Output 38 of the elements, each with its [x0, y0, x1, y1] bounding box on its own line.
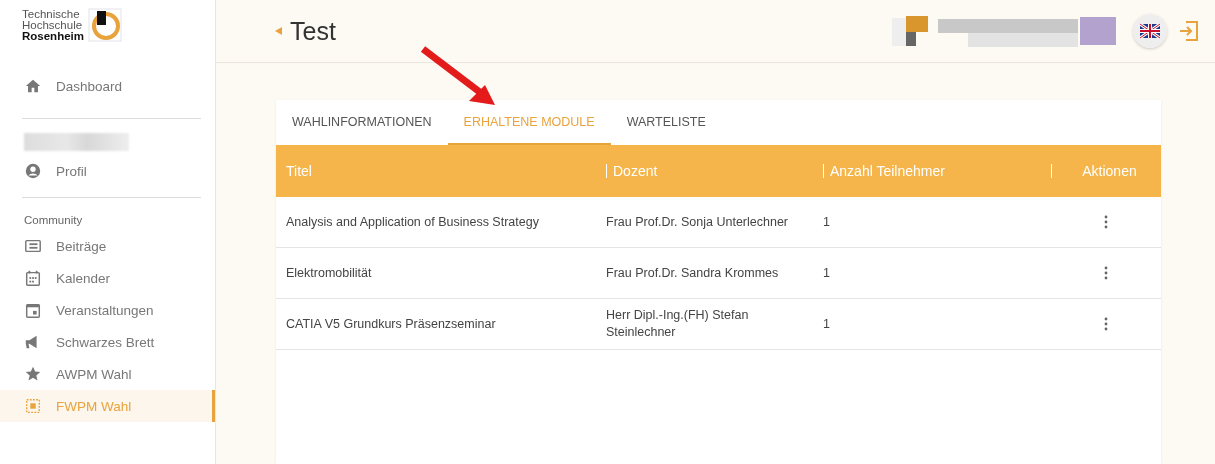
account-icon: [24, 162, 42, 180]
page-title: Test: [290, 16, 336, 46]
home-icon: [24, 77, 42, 95]
calendar-icon: [24, 301, 42, 319]
star-icon: [24, 365, 42, 383]
nav-item[interactable]: Dashboard: [0, 70, 215, 102]
nav-item[interactable]: Beiträge: [0, 230, 215, 262]
logo-icon: [88, 8, 122, 42]
column-header: Aktionen: [1082, 163, 1137, 179]
nav-item[interactable]: Profil: [0, 155, 215, 187]
tab[interactable]: WAHLINFORMATIONEN: [276, 100, 448, 145]
uk-flag-icon[interactable]: [1133, 14, 1167, 48]
selection-icon: [24, 397, 42, 415]
calendar-icon: [24, 269, 42, 287]
nav-item[interactable]: Schwarzes Brett: [0, 326, 215, 358]
table-cell-text: Herr Dipl.-Ing.(FH) Stefan Steinlechner: [606, 307, 750, 341]
table-cell: Frau Prof.Dr. Sonja Unterlechner: [606, 213, 789, 231]
table-cell: 1: [823, 264, 830, 282]
logo-text: Technische Hochschule Rosenheim: [22, 8, 84, 42]
newspaper-icon: [24, 237, 42, 255]
tab[interactable]: WARTELISTE: [610, 100, 722, 145]
table-cell: Frau Prof.Dr. Sandra Krommes: [606, 264, 779, 282]
more-icon[interactable]: [1104, 317, 1108, 331]
table-cell: 1: [823, 213, 830, 231]
more-icon[interactable]: [1104, 266, 1108, 280]
table-cell: Elektromobilität: [286, 264, 372, 282]
column-header: Titel: [286, 163, 312, 179]
column-header: Anzahl Teilnehmer: [830, 163, 945, 179]
nav-item[interactable]: Veranstaltungen: [0, 294, 215, 326]
section-label: Community: [23, 213, 84, 228]
nav-item[interactable]: AWPM Wahl: [0, 358, 215, 390]
table-cell: Analysis and Application of Business Strategy: [286, 213, 539, 231]
nav-item[interactable]: Kalender: [0, 262, 215, 294]
table-cell: 1: [823, 315, 830, 333]
blurred-avatar: [892, 16, 928, 46]
table-cell: CATIA V5 Grundkurs Präsenzseminar: [286, 315, 496, 333]
column-header: Dozent: [613, 163, 658, 179]
more-icon[interactable]: [1104, 215, 1108, 229]
